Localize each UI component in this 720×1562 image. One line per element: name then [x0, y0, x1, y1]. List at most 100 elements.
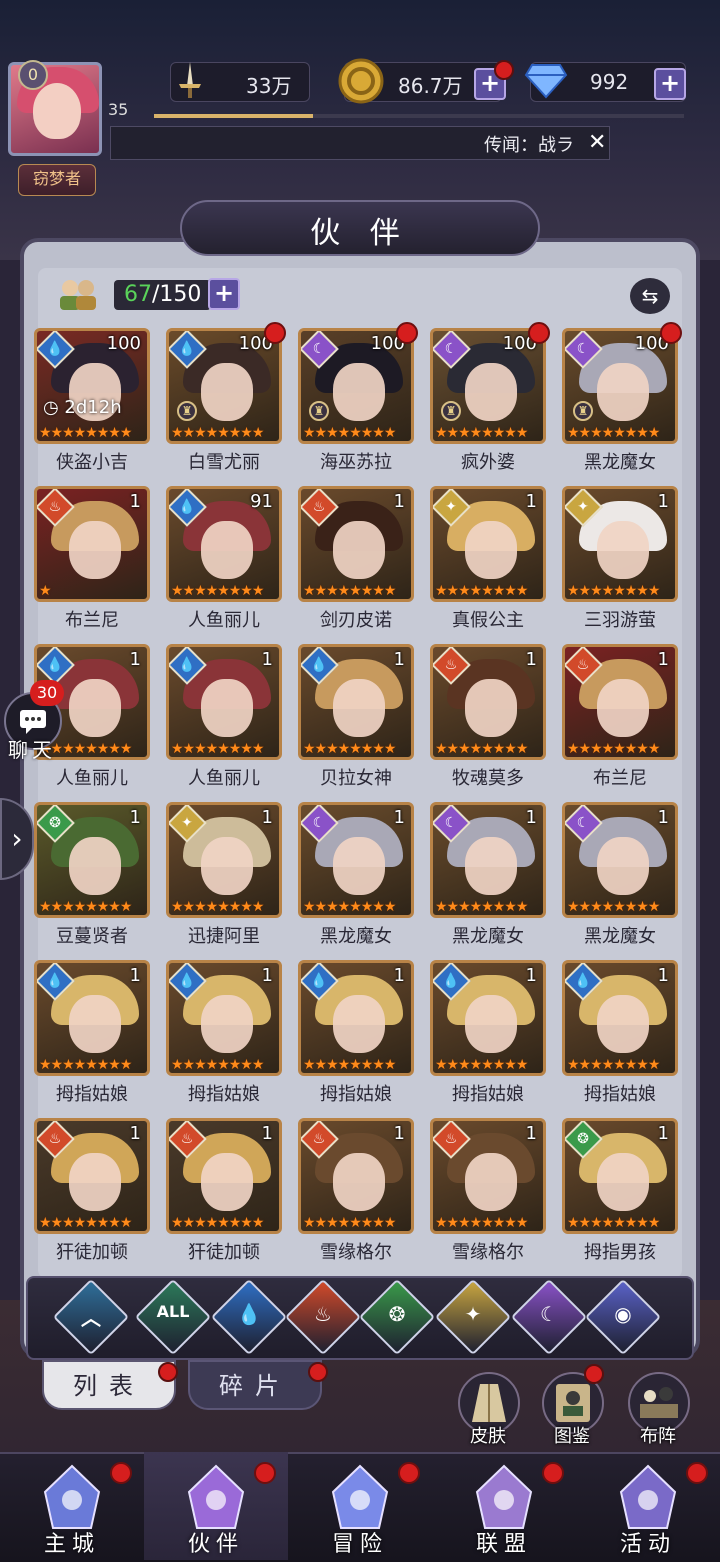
partner-name: 犴徒加顿: [56, 1242, 128, 1263]
partner-stars: ★★★★★★★★: [567, 899, 660, 915]
dark-glyph-icon: ☾: [444, 815, 458, 831]
codex-label: 图鉴: [554, 1426, 590, 1447]
water-glyph-icon: 💧: [46, 973, 64, 989]
fire-glyph-icon: ♨: [48, 1131, 62, 1147]
water-glyph-icon: 💧: [178, 499, 196, 515]
dark-glyph-icon: ☾: [576, 341, 590, 357]
partner-card[interactable]: 💧 1 ★★★★★★★★: [298, 960, 414, 1076]
partner-card[interactable]: ✦ 1 ★★★★★★★★: [430, 486, 546, 602]
sword-icon: [170, 60, 210, 100]
partner-stars: ★★★★★★★★: [435, 741, 528, 757]
partner-level: 1: [657, 965, 669, 986]
partner-level: 1: [261, 1123, 273, 1144]
partner-name: 黑龙魔女: [584, 452, 656, 473]
partner-card[interactable]: ✦ 1 ★★★★★★★★: [562, 486, 678, 602]
partner-name: 拇指姑娘: [188, 1084, 260, 1105]
partner-stars: ★★★★★★★★: [39, 1057, 132, 1073]
partner-name: 剑刃皮诺: [320, 610, 392, 631]
partner-card[interactable]: ♨ 1 ★★★★★★★★: [298, 1118, 414, 1234]
castle-icon: [37, 1462, 107, 1532]
partner-stars: ★★★★★★★★: [567, 425, 660, 441]
partner-stars: ★★★★★★★★: [435, 583, 528, 599]
close-icon[interactable]: ✕: [588, 130, 606, 155]
light-glyph-icon: ✦: [445, 499, 457, 515]
filter-fire-icon: ♨: [314, 1302, 332, 1326]
partner-card[interactable]: ✦ 1 ★★★★★★★★: [166, 802, 282, 918]
tab-list[interactable]: 列表: [42, 1360, 176, 1410]
water-glyph-icon: 💧: [574, 973, 592, 989]
partner-card[interactable]: 💧 100 ♜ ★★★★★★★★: [166, 328, 282, 444]
dark-glyph-icon: ☾: [312, 815, 326, 831]
partner-card[interactable]: ☾ 100 ♜ ★★★★★★★★: [562, 328, 678, 444]
partner-card[interactable]: ☾ 1 ★★★★★★★★: [298, 802, 414, 918]
partner-count: 67/150: [114, 280, 212, 310]
partner-level: 1: [129, 1123, 141, 1144]
partner-level: 1: [129, 491, 141, 512]
partner-stars: ★★★★★★★★: [435, 1215, 528, 1231]
partner-stars: ★★★★★★★★: [171, 741, 264, 757]
filter-water-icon: 💧: [236, 1302, 262, 1326]
partner-stars: ★★★★★★★★: [567, 583, 660, 599]
partner-name: 真假公主: [452, 610, 524, 631]
wind-glyph-icon: ❂: [577, 1131, 589, 1147]
partners-count-icon: [56, 278, 100, 310]
partner-level: 100: [106, 333, 141, 354]
tab-fragments[interactable]: 碎片: [188, 1360, 322, 1410]
partner-card[interactable]: ☾ 100 ♜ ★★★★★★★★: [430, 328, 546, 444]
partner-card[interactable]: 💧 1 ★★★★★★★★: [166, 960, 282, 1076]
expand-capacity-button[interactable]: +: [208, 278, 240, 310]
nav-notification-dot: [686, 1462, 708, 1484]
partner-portrait: [597, 679, 649, 737]
partner-card[interactable]: ♨ 1 ★★★★★★★★: [430, 644, 546, 760]
partner-card[interactable]: 💧 100 ◷ 2d12h ★★★★★★★★: [34, 328, 150, 444]
gold-notification-dot: [494, 60, 514, 80]
gold-value: 86.7万: [398, 74, 463, 98]
partner-card[interactable]: 💧 1 ★★★★★★★★: [562, 960, 678, 1076]
partner-card[interactable]: 💧 1 ★★★★★★★★: [166, 644, 282, 760]
partner-stars: ★★★★★★★★: [39, 1215, 132, 1231]
partner-card[interactable]: 💧 91 ★★★★★★★★: [166, 486, 282, 602]
water-glyph-icon: 💧: [46, 341, 64, 357]
partner-name: 人鱼丽儿: [188, 768, 260, 789]
player-level: 35: [108, 100, 129, 119]
nav-notification-dot: [254, 1462, 276, 1484]
lock-icon: ♜: [573, 401, 593, 421]
partner-card[interactable]: ☾ 1 ★★★★★★★★: [430, 802, 546, 918]
partner-count-current: 67: [124, 282, 152, 307]
partner-card[interactable]: ♨ 1 ★★★★★★★★: [166, 1118, 282, 1234]
water-glyph-icon: 💧: [46, 657, 64, 673]
partner-portrait: [597, 521, 649, 579]
partner-name: 海巫苏拉: [320, 452, 392, 473]
partner-card[interactable]: ♨ 1 ★★★★★★★★: [298, 486, 414, 602]
shield-icon: [469, 1462, 539, 1532]
partner-name: 人鱼丽儿: [188, 610, 260, 631]
partner-card[interactable]: ♨ 1 ★★★★★★★★: [34, 1118, 150, 1234]
lock-icon: ♜: [441, 401, 461, 421]
fire-glyph-icon: ♨: [180, 1131, 194, 1147]
partner-portrait: [465, 837, 517, 895]
partner-card[interactable]: ♨ 1 ★★★★★★★★: [430, 1118, 546, 1234]
partner-card[interactable]: ♨ 1 ★: [34, 486, 150, 602]
partner-stars: ★★★★★★★★: [303, 583, 396, 599]
partner-level: 1: [129, 649, 141, 670]
add-gem-button[interactable]: +: [654, 68, 686, 100]
partner-level: 1: [525, 649, 537, 670]
partner-card[interactable]: ☾ 1 ★★★★★★★★: [562, 802, 678, 918]
partner-card[interactable]: ❂ 1 ★★★★★★★★: [34, 802, 150, 918]
nav-label: 伙伴: [187, 1532, 244, 1557]
dark-glyph-icon: ☾: [312, 341, 326, 357]
partner-card[interactable]: 💧 1 ★★★★★★★★: [430, 960, 546, 1076]
partner-card[interactable]: 💧 1 ★★★★★★★★: [298, 644, 414, 760]
partner-stars: ★★★★★★★★: [435, 425, 528, 441]
partner-name: 拇指姑娘: [584, 1084, 656, 1105]
partner-card[interactable]: 💧 1 ★★★★★★★★: [34, 960, 150, 1076]
partner-card[interactable]: ☾ 100 ♜ ★★★★★★★★: [298, 328, 414, 444]
sort-toggle-button[interactable]: ⇆: [630, 278, 670, 314]
partner-stars: ★★★★★★★★: [171, 1057, 264, 1073]
partner-name: 人鱼丽儿: [56, 768, 128, 789]
gem-value: 992: [590, 70, 629, 94]
partner-card[interactable]: ♨ 1 ★★★★★★★★: [562, 644, 678, 760]
player-title-badge[interactable]: 窃梦者: [18, 164, 96, 196]
partner-card[interactable]: ❂ 1 ★★★★★★★★: [562, 1118, 678, 1234]
partner-stars: ★★★★★★★★: [171, 583, 264, 599]
